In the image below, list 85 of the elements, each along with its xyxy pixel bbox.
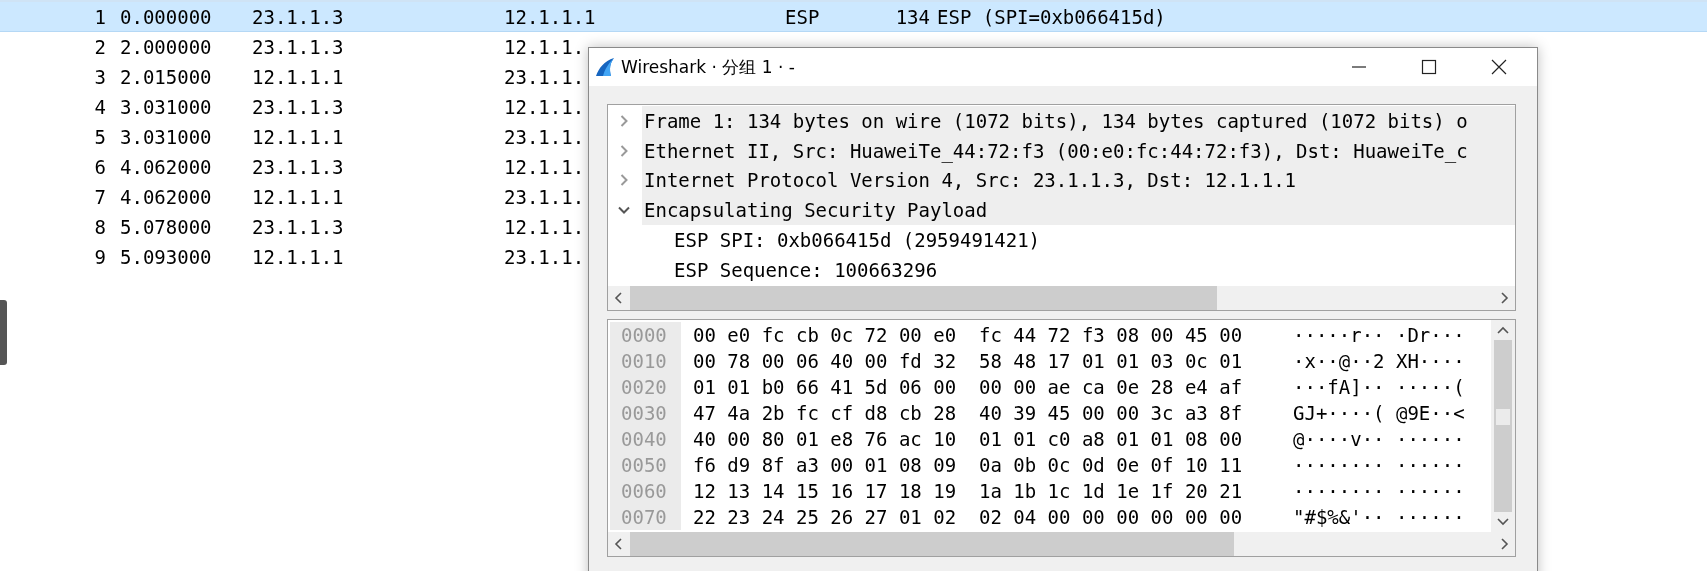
packet-destination: 23.1.1. [504, 186, 585, 208]
byte-offset: 0000 [610, 322, 681, 348]
packet-time: 0.000000 [119, 5, 213, 28]
packet-source: 12.1.1.1 [252, 186, 345, 208]
shark-fin-icon [595, 57, 615, 77]
packet-number: 2 [93, 36, 107, 58]
byte-offset: 0030 [610, 400, 681, 426]
packet-time: 3.031000 [119, 126, 213, 148]
scrollbar-thumb[interactable] [1496, 408, 1510, 425]
packet-number: 6 [93, 156, 107, 178]
packet-destination: 12.1.1. [504, 96, 585, 118]
packet-time: 4.062000 [119, 156, 213, 178]
packet-destination: 12.1.1. [504, 156, 585, 178]
side-handle[interactable] [0, 300, 7, 365]
packet-source: 23.1.1.3 [252, 156, 345, 178]
byte-offset: 0040 [610, 426, 681, 452]
tree-item[interactable]: ESP SPI: 0xb066415d (2959491421) [608, 225, 1515, 255]
packet-number: 1 [93, 5, 107, 28]
hex-bytes: f6 d9 8f a3 00 01 08 09 0a 0b 0c 0d 0e 0f 10 11 [693, 454, 1244, 476]
ascii-bytes: ·x··@··2 XH···· [1293, 350, 1465, 372]
ascii-bytes: ········ ······ [1293, 480, 1465, 502]
packet-destination: 12.1.1. [504, 216, 585, 238]
minimize-icon [1351, 66, 1367, 68]
chevron-right-icon[interactable] [618, 114, 630, 127]
packet-source: 12.1.1.1 [252, 66, 345, 88]
packet-time: 3.031000 [119, 96, 213, 118]
packet-number: 8 [93, 216, 107, 238]
packet-source: 12.1.1.1 [252, 246, 345, 268]
packet-number: 5 [93, 126, 107, 148]
packet-time: 2.015000 [119, 66, 213, 88]
packet-time: 5.093000 [119, 246, 213, 268]
packet-number: 7 [93, 186, 107, 208]
scroll-right-icon[interactable] [1499, 538, 1509, 550]
ascii-bytes: @····v·· ······ [1293, 428, 1465, 450]
scroll-down-icon[interactable] [1497, 516, 1509, 526]
scroll-up-icon[interactable] [1497, 326, 1509, 336]
scroll-left-icon[interactable] [614, 292, 624, 304]
packet-destination: 23.1.1. [504, 246, 585, 268]
packet-number: 9 [93, 246, 107, 268]
packet-destination: 12.1.1. [504, 36, 585, 58]
packet-time: 5.078000 [119, 216, 213, 238]
byte-offset: 0050 [610, 452, 681, 478]
packet-protocol: ESP [785, 5, 821, 28]
hex-bytes: 12 13 14 15 16 17 18 19 1a 1b 1c 1d 1e 1f 20 21 [693, 480, 1244, 502]
maximize-icon [1421, 59, 1437, 75]
chevron-right-icon[interactable] [618, 144, 630, 157]
close-icon [1491, 59, 1507, 75]
packet-length: 134 [894, 5, 930, 28]
packet-source: 23.1.1.3 [252, 96, 345, 118]
packet-row[interactable]: 1 0.000000 23.1.1.3 12.1.1.1 ESP 134 ESP (SPI=0xb066415d) [0, 2, 1707, 32]
tree-item[interactable]: ESP Sequence: 100663296 [608, 255, 1515, 285]
horizontal-scrollbar[interactable] [608, 532, 1515, 556]
packet-destination: 12.1.1.1 [504, 5, 596, 28]
byte-offset: 0020 [610, 374, 681, 400]
byte-offset: 0010 [610, 348, 681, 374]
byte-offset: 0070 [610, 504, 681, 530]
scroll-right-icon[interactable] [1499, 292, 1509, 304]
packet-destination: 23.1.1. [504, 126, 585, 148]
packet-time: 4.062000 [119, 186, 213, 208]
scroll-left-icon[interactable] [614, 538, 624, 550]
hex-bytes: 00 78 00 06 40 00 fd 32 58 48 17 01 01 03 0c 01 [693, 350, 1244, 372]
hex-bytes: 00 e0 fc cb 0c 72 00 e0 fc 44 72 f3 08 00 45 00 [693, 324, 1244, 346]
packet-info: ESP (SPI=0xb066415d) [936, 5, 1167, 28]
ascii-bytes: "#$%&'·· ······ [1293, 506, 1465, 528]
packet-destination: 23.1.1. [504, 66, 585, 88]
hex-bytes: 22 23 24 25 26 27 01 02 02 04 00 00 00 00 00 00 [693, 506, 1244, 528]
packet-time: 2.000000 [119, 36, 213, 58]
ascii-bytes: ········ ······ [1293, 454, 1465, 476]
packet-number: 3 [93, 66, 107, 88]
chevron-right-icon[interactable] [618, 174, 630, 187]
hex-bytes: 47 4a 2b fc cf d8 cb 28 40 39 45 00 00 3c a3 8f [693, 402, 1244, 424]
packet-source: 23.1.1.3 [252, 36, 345, 58]
hex-bytes: 40 00 80 01 e8 76 ac 10 01 01 c0 a8 01 01 08 00 [693, 428, 1244, 450]
packet-source: 12.1.1.1 [252, 126, 345, 148]
packet-source: 23.1.1.3 [252, 216, 345, 238]
hex-bytes: 01 01 b0 66 41 5d 06 00 00 00 ae ca 0e 28 e4 af [693, 376, 1244, 398]
vertical-scrollbar[interactable] [1491, 320, 1515, 532]
ascii-bytes: GJ+····( @9E··< [1293, 402, 1465, 424]
ascii-bytes: ···fA]·· ·····( [1293, 376, 1465, 398]
ascii-bytes: ·····r·· ·Dr··· [1293, 324, 1465, 346]
horizontal-scrollbar[interactable] [608, 286, 1515, 310]
packet-number: 4 [93, 96, 107, 118]
byte-offset: 0060 [610, 478, 681, 504]
packet-source: 23.1.1.3 [252, 5, 345, 28]
window-title: Wireshark · 分组 1 · - [621, 55, 795, 79]
